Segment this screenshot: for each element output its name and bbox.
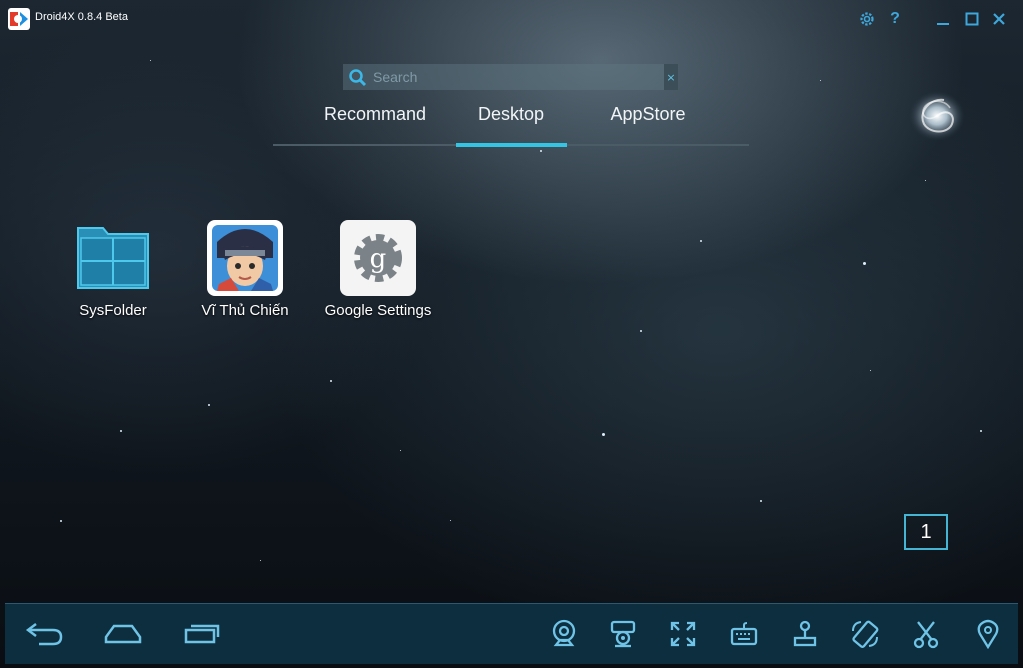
help-button[interactable]: ? [885, 9, 905, 29]
back-button[interactable] [23, 616, 65, 652]
minimize-icon [937, 23, 949, 25]
back-icon [25, 623, 63, 646]
camera-button[interactable] [546, 616, 582, 652]
fullscreen-button[interactable] [665, 616, 701, 652]
search-input[interactable] [373, 64, 653, 90]
location-button[interactable] [970, 616, 1006, 652]
google-settings-icon: g [340, 220, 416, 296]
rotate-icon [852, 620, 879, 649]
active-tab-indicator [456, 143, 567, 147]
gear-icon [860, 12, 874, 26]
game-icon [207, 220, 283, 296]
screenshot-button[interactable] [908, 616, 944, 652]
keyboard-icon [730, 622, 758, 646]
joystick-icon [793, 620, 817, 647]
folder-icon [75, 220, 151, 296]
search-icon [348, 68, 368, 92]
droid4x-logo-icon [8, 8, 30, 30]
maximize-button[interactable] [962, 9, 982, 29]
tab-appstore[interactable]: AppStore [578, 104, 718, 130]
app-label: Google Settings [324, 302, 432, 319]
search-bar: × [343, 64, 678, 90]
svg-text:g: g [370, 244, 387, 274]
app-label: SysFolder [79, 302, 147, 319]
bottom-toolbar [5, 603, 1018, 664]
settings-button[interactable] [857, 9, 877, 29]
app-label: Vĩ Thủ Chiến [201, 302, 289, 319]
joystick-button[interactable] [787, 616, 823, 652]
recent-apps-icon [184, 624, 220, 644]
search-clear-button[interactable]: × [664, 64, 678, 90]
scissors-icon [913, 621, 939, 649]
recent-apps-button[interactable] [181, 616, 223, 652]
location-icon [977, 619, 999, 649]
page-indicator[interactable]: 1 [904, 514, 948, 550]
screen-record-icon [610, 620, 636, 648]
title-bar: Droid4X 0.8.4 Beta ? [0, 0, 1023, 36]
close-button[interactable] [989, 9, 1009, 29]
starfield-background [0, 0, 1023, 668]
app-sysfolder[interactable]: SysFolder [48, 220, 178, 319]
keyboard-button[interactable] [726, 616, 762, 652]
maximize-icon [965, 12, 979, 26]
galaxy-icon[interactable] [906, 88, 968, 144]
home-button[interactable] [102, 616, 144, 652]
app-google-settings[interactable]: g Google Settings [313, 220, 443, 319]
screen-record-button[interactable] [605, 616, 641, 652]
home-icon [104, 624, 142, 644]
fullscreen-icon [670, 621, 696, 647]
tab-desktop[interactable]: Desktop [441, 104, 581, 130]
app-vi-thu-chien[interactable]: Vĩ Thủ Chiến [180, 220, 310, 319]
close-icon [993, 13, 1005, 25]
camera-icon [552, 619, 576, 647]
tab-recommand[interactable]: Recommand [305, 104, 445, 130]
window-title: Droid4X 0.8.4 Beta [35, 11, 128, 23]
minimize-button[interactable] [933, 9, 953, 29]
help-icon: ? [890, 10, 900, 27]
rotate-button[interactable] [847, 616, 883, 652]
